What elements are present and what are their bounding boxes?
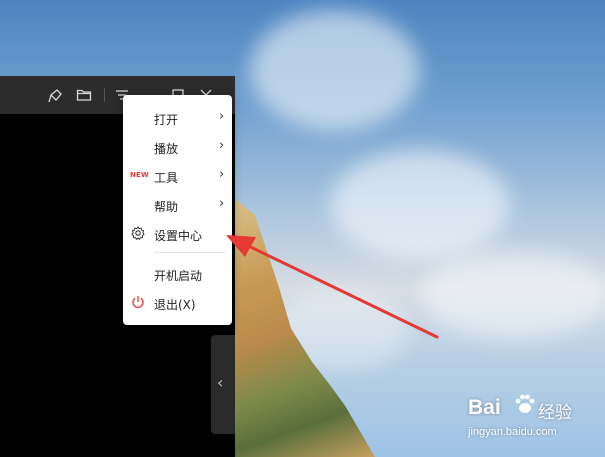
menu-item-label: 播放 [154,142,179,156]
chevron-right-icon: › [219,167,225,182]
watermark: Bai 经验 jingyan.baidu.com [468,392,598,444]
chevron-left-icon: ‹ [217,373,224,392]
cloud [330,150,510,260]
menu-item-label: 打开 [154,113,179,127]
menu-item-help[interactable]: 帮助 › [123,191,232,219]
menu-item-settings[interactable]: 设置中心 [123,220,232,248]
watermark-brand: Bai [468,396,501,419]
chevron-right-icon: › [219,109,225,124]
menu-item-label: 开机启动 [154,269,203,283]
menu-item-label: 退出(X) [154,298,196,312]
power-icon [131,295,145,309]
menu-item-play[interactable]: 播放 › [123,133,232,161]
gear-icon [131,226,145,241]
titlebar-separator [104,88,105,102]
menu-item-tools[interactable]: NEW 工具 › [123,162,232,190]
menu-item-label: 帮助 [154,200,179,214]
menu-separator [154,252,226,253]
paw-icon [515,394,535,413]
menu-item-label: 设置中心 [154,229,203,243]
watermark-url: jingyan.baidu.com [468,426,557,438]
chevron-right-icon: › [219,196,225,211]
menu-item-exit[interactable]: 退出(X) [123,289,232,317]
new-badge: NEW [130,171,149,179]
folder-icon[interactable] [76,87,92,103]
menu-item-autostart[interactable]: 开机启动 [123,260,232,288]
menu-item-open[interactable]: 打开 › [123,104,232,132]
side-panel-toggle[interactable]: ‹ [211,335,235,434]
watermark-suffix: 经验 [538,403,572,423]
cloud [250,10,420,130]
chevron-right-icon: › [219,138,225,153]
cloud [420,250,605,340]
pin-icon[interactable] [48,87,64,103]
context-menu: 打开 › 播放 › NEW 工具 › 帮助 › 设置中心 开机启动 退出(X) [123,95,232,325]
menu-item-label: 工具 [154,171,179,185]
